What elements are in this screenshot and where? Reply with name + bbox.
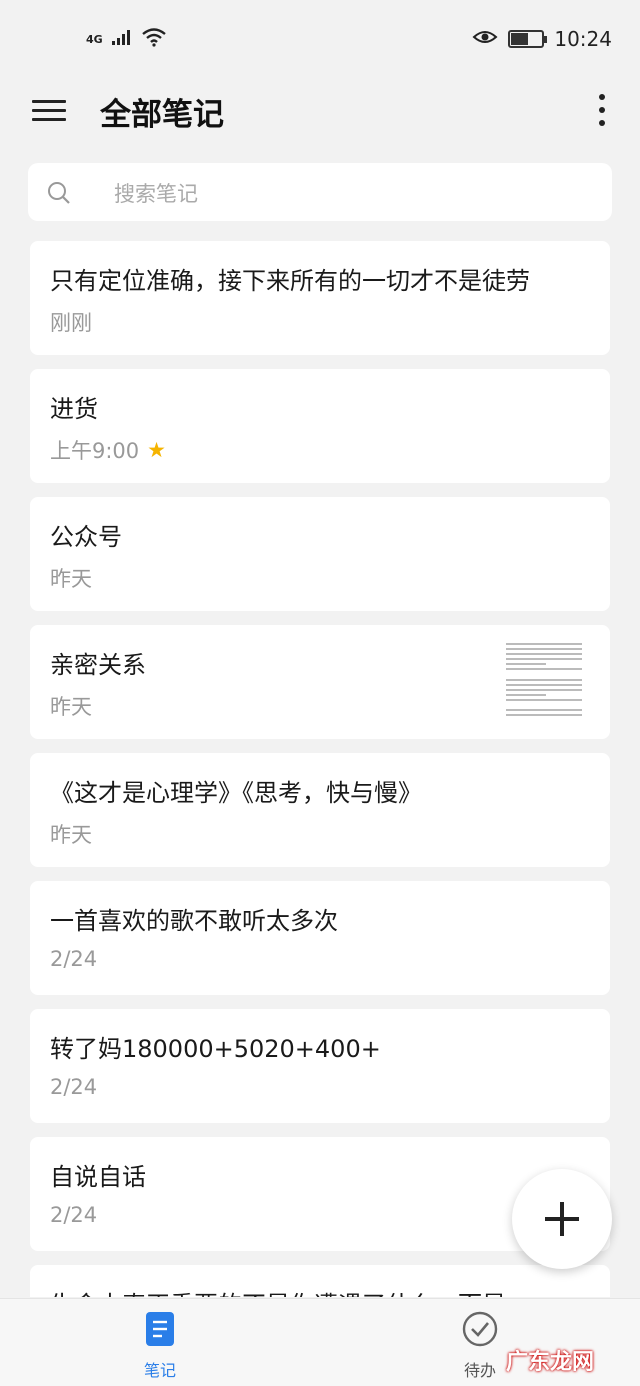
note-title: 《这才是心理学》《思考，快与慢》 (50, 779, 422, 807)
note-meta: 2/24 (50, 947, 97, 971)
battery-icon (508, 30, 548, 48)
note-timestamp: 2/24 (50, 1075, 98, 1099)
note-document-icon (144, 1312, 176, 1351)
signal-icon (111, 28, 133, 50)
note-timestamp: 昨天 (50, 695, 92, 719)
status-bar: 4G 10:24 (0, 0, 640, 78)
note-meta: 2/24 (50, 1075, 97, 1099)
watermark: 广东龙网 (506, 1350, 595, 1375)
note-card[interactable]: 只有定位准确，接下来所有的一切才不是徒劳刚刚 (30, 241, 610, 355)
note-timestamp: 上午9:00 (50, 439, 140, 463)
search-input[interactable]: 搜索笔记 (28, 163, 612, 221)
note-title: 生命中真正重要的不是你遭遇了什么，而是 (50, 1285, 506, 1297)
note-card[interactable]: 生命中真正重要的不是你遭遇了什么，而是 (30, 1265, 610, 1297)
note-timestamp: 2/24 (50, 1203, 98, 1227)
note-card[interactable]: 《这才是心理学》《思考，快与慢》昨天 (30, 753, 610, 867)
note-meta: 昨天 (50, 563, 92, 593)
search-placeholder: 搜索笔记 (114, 182, 198, 206)
note-timestamp: 刚刚 (50, 311, 92, 335)
plus-icon (545, 1202, 579, 1236)
network-type-label: 4G (86, 32, 103, 46)
status-time: 10:24 (554, 27, 612, 51)
check-circle-icon (462, 1311, 498, 1351)
search-icon (46, 180, 72, 206)
status-right: 10:24 (472, 27, 612, 51)
note-title: 进货 (50, 395, 98, 423)
note-meta: 刚刚 (50, 307, 92, 337)
more-vertical-icon[interactable] (592, 90, 612, 134)
star-icon: ★ (147, 438, 166, 462)
note-card[interactable]: 亲密关系 昨天 (30, 625, 610, 739)
note-timestamp: 2/24 (50, 947, 98, 971)
note-meta: 昨天 (50, 691, 92, 721)
note-title: 自说自话 (50, 1163, 146, 1191)
wifi-icon (141, 27, 167, 51)
eye-comfort-icon (472, 27, 498, 51)
note-title: 亲密关系 (50, 651, 146, 679)
battery-fill (511, 33, 529, 45)
note-card[interactable]: 一首喜欢的歌不敢听太多次 2/24 (30, 881, 610, 995)
note-card[interactable]: 转了妈180000+5020+400+ 2/24 (30, 1009, 610, 1123)
note-thumbnail (504, 639, 586, 723)
note-meta: 2/24 (50, 1203, 97, 1227)
app-bar: 全部笔记 (0, 78, 640, 148)
note-title: 公众号 (50, 523, 122, 551)
note-card[interactable]: 进货上午9:00 ★ (30, 369, 610, 483)
note-timestamp: 昨天 (50, 823, 92, 847)
note-meta: 昨天 (50, 819, 92, 849)
add-note-button[interactable] (512, 1169, 612, 1269)
tab-notes[interactable]: 笔记 (120, 1311, 200, 1381)
note-title: 一首喜欢的歌不敢听太多次 (50, 907, 338, 935)
hamburger-menu-icon[interactable] (30, 94, 68, 132)
page-title: 全部笔记 (100, 97, 224, 133)
note-timestamp: 昨天 (50, 567, 92, 591)
note-meta: 上午9:00 ★ (50, 435, 166, 465)
note-title: 只有定位准确，接下来所有的一切才不是徒劳 (50, 267, 530, 295)
note-title: 转了妈180000+5020+400+ (50, 1035, 381, 1063)
note-card[interactable]: 公众号 昨天 (30, 497, 610, 611)
status-left: 4G (86, 27, 167, 51)
tab-notes-label: 笔记 (143, 1361, 176, 1380)
note-list[interactable]: 只有定位准确，接下来所有的一切才不是徒劳 刚刚 进货 上午9:00 ★ 公众号 昨天 亲密关系… (30, 241, 610, 1297)
